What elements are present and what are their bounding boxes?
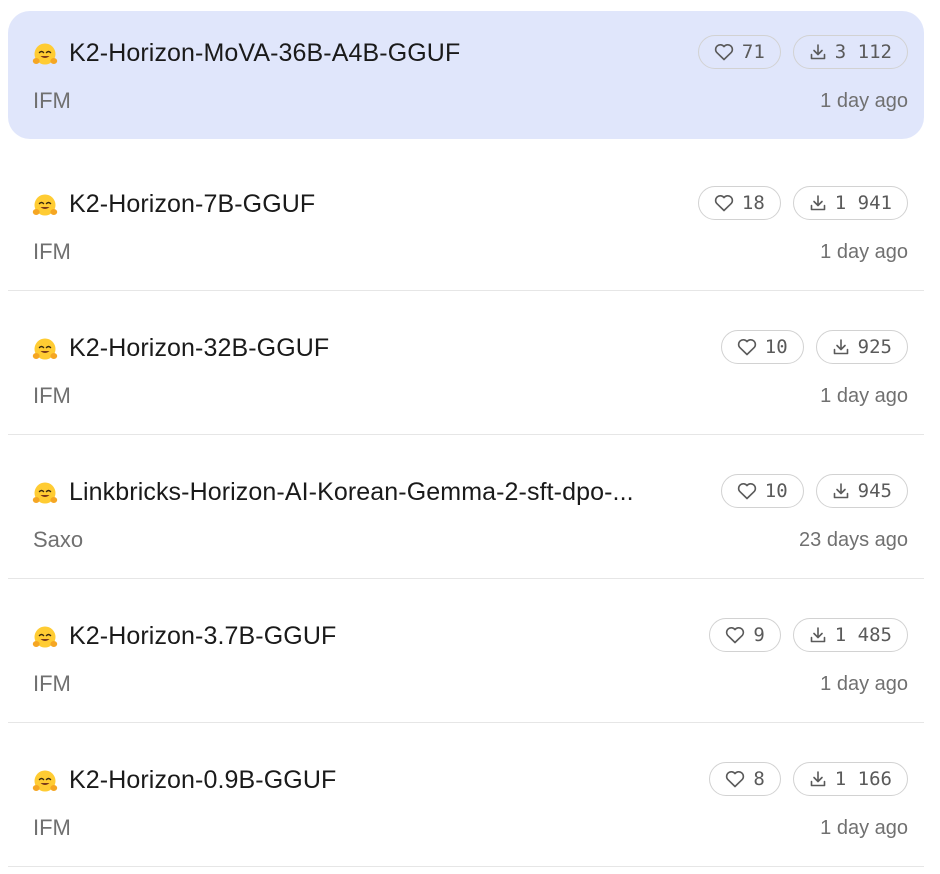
downloads-count: 945 [857,480,892,502]
downloads-count: 1 485 [834,624,892,646]
model-updated: 1 day ago [820,817,908,839]
heart-icon [737,339,756,356]
download-icon [833,339,848,355]
model-stats: 10 925 [720,330,908,364]
model-list: K2-Horizon-MoVA-36B-A4B-GGUF 71 3 112 IF… [0,0,940,874]
model-name[interactable]: Linkbricks-Horizon-AI-Korean-Gemma-2-sft… [69,476,634,508]
model-list-item[interactable]: K2-Horizon-0.9B-GGUF 8 1 166 IFM 1 day a… [8,738,924,867]
model-list-item[interactable]: Linkbricks-Horizon-AI-Korean-Gemma-2-sft… [8,450,924,579]
hugging-face-emoji-icon [32,338,58,360]
download-icon [810,195,826,211]
downloads-count: 1 166 [834,768,892,790]
model-updated: 1 day ago [820,90,908,112]
downloads-pill[interactable]: 3 112 [792,35,908,69]
likes-pill[interactable]: 9 [709,618,781,652]
likes-pill[interactable]: 18 [697,186,781,220]
likes-pill[interactable]: 10 [720,330,804,364]
model-stats: 10 945 [720,474,908,508]
downloads-pill[interactable]: 1 485 [792,618,908,652]
model-author: IFM [33,88,71,113]
model-updated: 1 day ago [820,385,908,407]
download-icon [810,771,826,787]
heart-icon [714,44,734,61]
model-author: IFM [33,239,71,264]
likes-count: 71 [741,41,765,63]
downloads-pill[interactable]: 1 166 [792,762,908,796]
heart-icon [726,771,745,788]
model-name[interactable]: K2-Horizon-MoVA-36B-A4B-GGUF [69,37,460,69]
model-name[interactable]: K2-Horizon-7B-GGUF [69,188,315,220]
model-name[interactable]: K2-Horizon-0.9B-GGUF [69,764,336,796]
model-author: Saxo [33,527,84,552]
model-list-item[interactable]: K2-Horizon-MoVA-36B-A4B-GGUF 71 3 112 IF… [8,11,924,139]
model-author: IFM [33,815,71,840]
model-stats: 8 1 166 [709,762,908,796]
downloads-count: 3 112 [834,41,892,63]
downloads-count: 1 941 [834,192,892,214]
model-stats: 9 1 485 [709,618,908,652]
model-list-item[interactable]: K2-Horizon-3.7B-GGUF 9 1 485 IFM 1 day a… [8,594,924,723]
model-updated: 1 day ago [820,241,908,263]
download-icon [833,483,848,499]
likes-count: 10 [764,336,788,358]
model-author: IFM [33,671,71,696]
model-stats: 71 3 112 [697,35,908,69]
likes-count: 8 [753,768,765,790]
model-updated: 23 days ago [799,529,908,551]
model-updated: 1 day ago [820,673,908,695]
row-divider [8,722,924,723]
row-divider [8,290,924,291]
model-list-item[interactable]: K2-Horizon-32B-GGUF 10 925 IFM 1 day ago [8,306,924,435]
hugging-face-emoji-icon [32,43,58,65]
model-stats: 18 1 941 [697,186,908,220]
hugging-face-emoji-icon [32,482,58,504]
row-divider [8,434,924,435]
row-divider [8,866,924,867]
model-name[interactable]: K2-Horizon-32B-GGUF [69,332,329,364]
likes-pill[interactable]: 8 [709,762,781,796]
heart-icon [726,627,745,644]
model-list-item[interactable]: K2-Horizon-7B-GGUF 18 1 941 IFM 1 day ag… [8,162,924,291]
row-divider [8,578,924,579]
download-icon [810,627,826,643]
hugging-face-emoji-icon [32,194,58,216]
download-icon [810,44,826,60]
heart-icon [714,195,734,212]
downloads-count: 925 [857,336,892,358]
likes-pill[interactable]: 71 [697,35,781,69]
likes-pill[interactable]: 10 [720,474,804,508]
model-name[interactable]: K2-Horizon-3.7B-GGUF [69,620,336,652]
likes-count: 10 [764,480,788,502]
downloads-pill[interactable]: 925 [815,330,908,364]
hugging-face-emoji-icon [32,626,58,648]
hugging-face-emoji-icon [32,770,58,792]
model-author: IFM [33,383,71,408]
likes-count: 18 [741,192,765,214]
heart-icon [737,483,756,500]
downloads-pill[interactable]: 945 [815,474,908,508]
downloads-pill[interactable]: 1 941 [792,186,908,220]
likes-count: 9 [753,624,765,646]
